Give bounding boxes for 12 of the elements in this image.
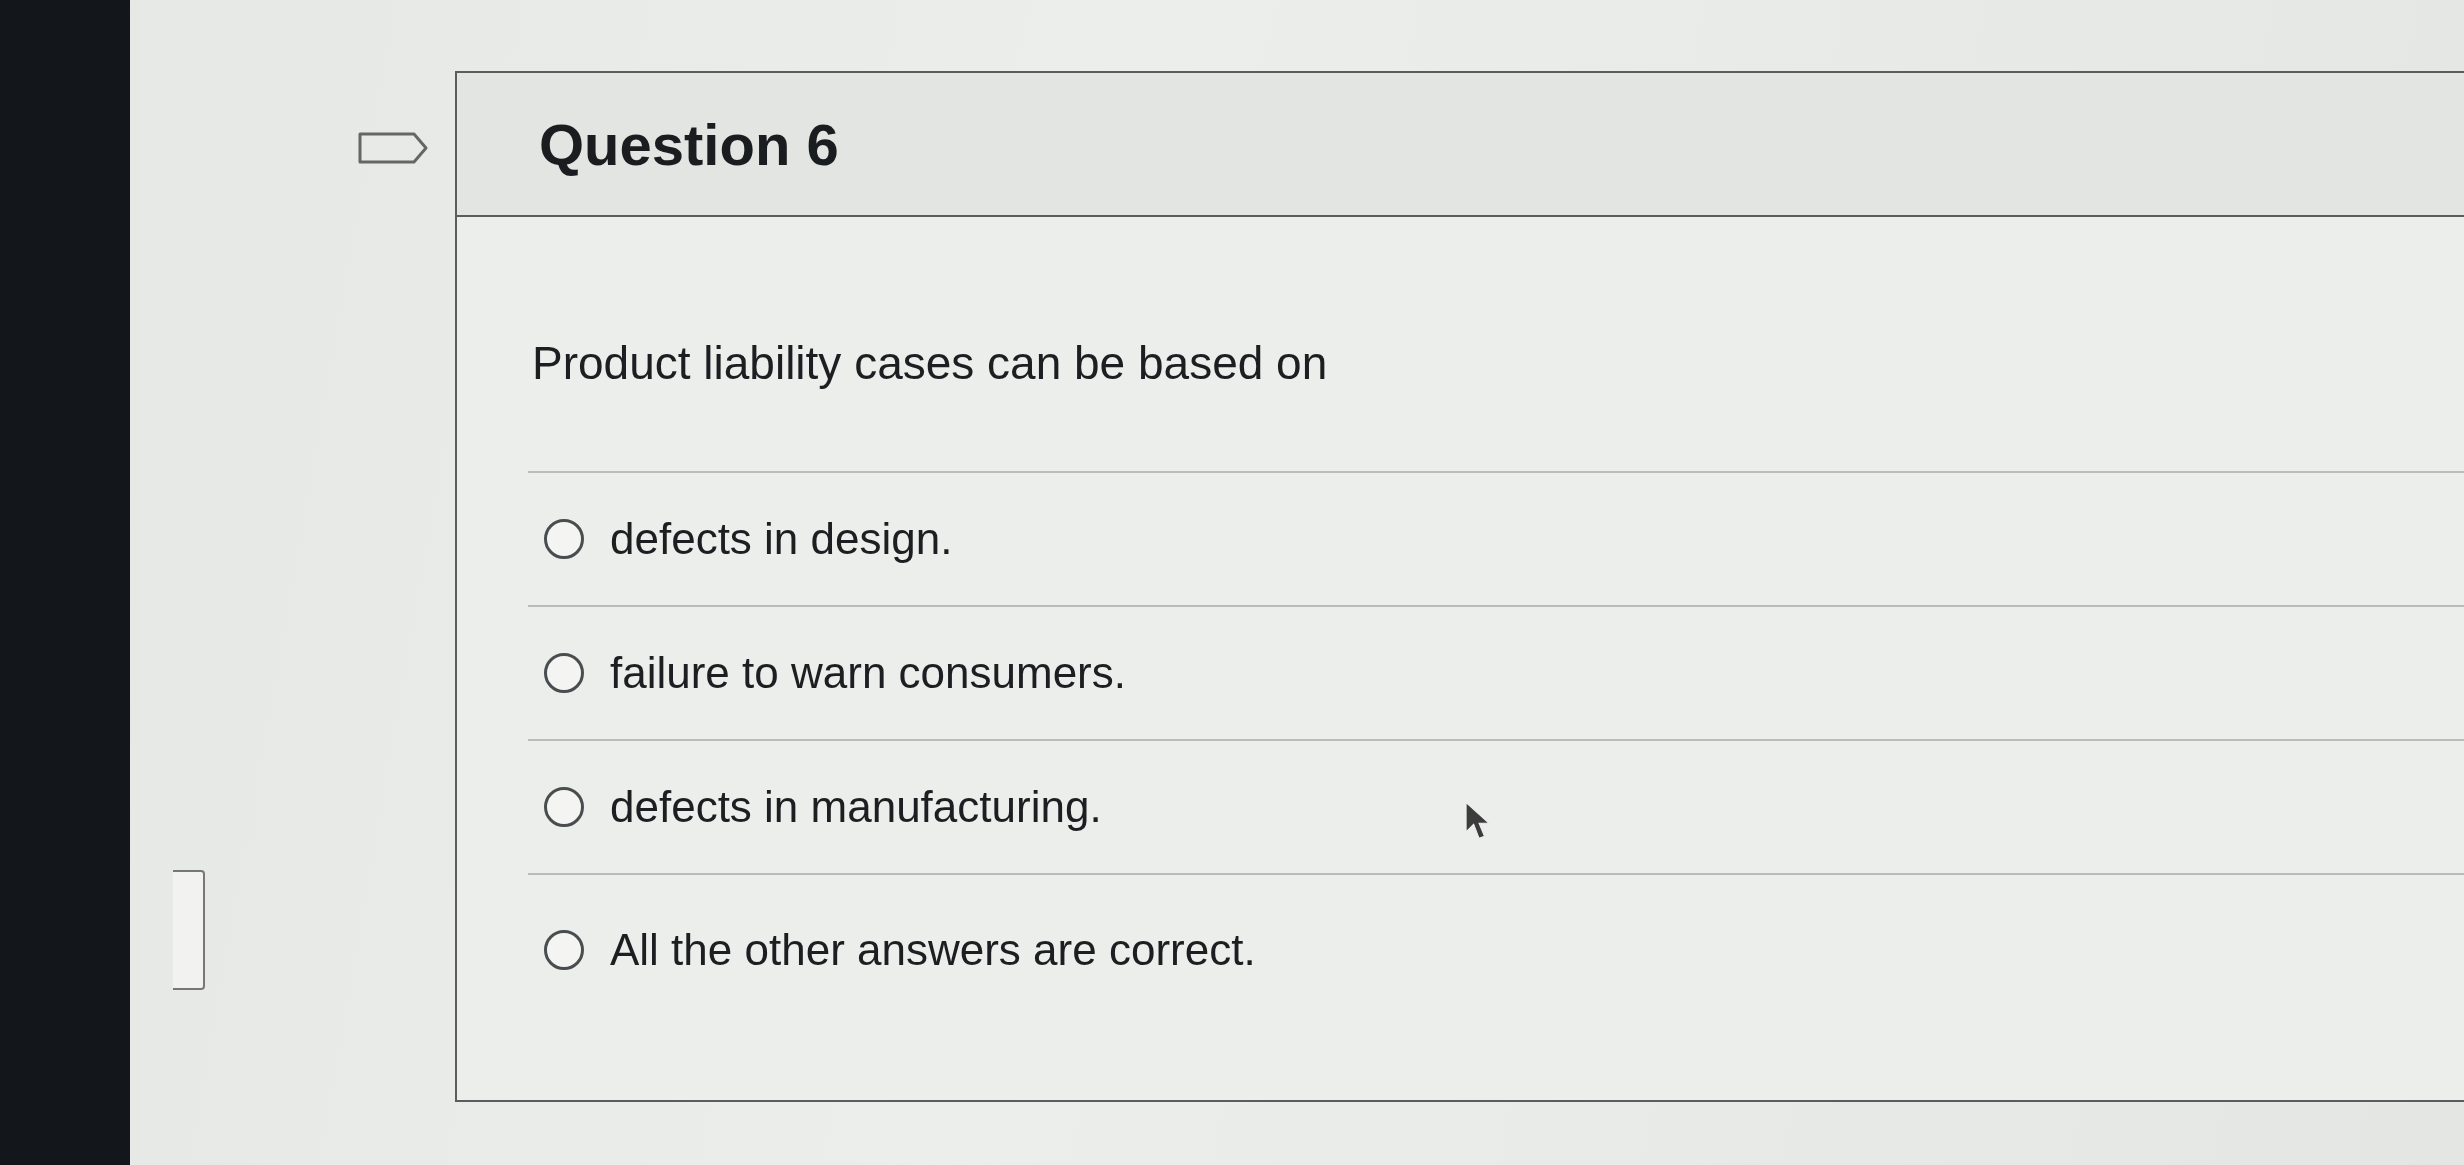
answer-option[interactable]: failure to warn consumers.: [610, 648, 1126, 698]
answer-option[interactable]: defects in manufacturing.: [610, 782, 1102, 832]
radio-button[interactable]: [544, 930, 584, 970]
radio-button[interactable]: [544, 787, 584, 827]
answer-option[interactable]: defects in design.: [610, 514, 953, 564]
radio-button[interactable]: [544, 653, 584, 693]
cursor-icon: [1465, 801, 1491, 841]
radio-button[interactable]: [544, 519, 584, 559]
flag-icon[interactable]: [358, 132, 428, 164]
answer-option[interactable]: All the other answers are correct.: [610, 925, 1256, 975]
question-prompt: Product liability cases can be based on: [532, 336, 1328, 391]
question-title: Question 6: [539, 110, 839, 178]
